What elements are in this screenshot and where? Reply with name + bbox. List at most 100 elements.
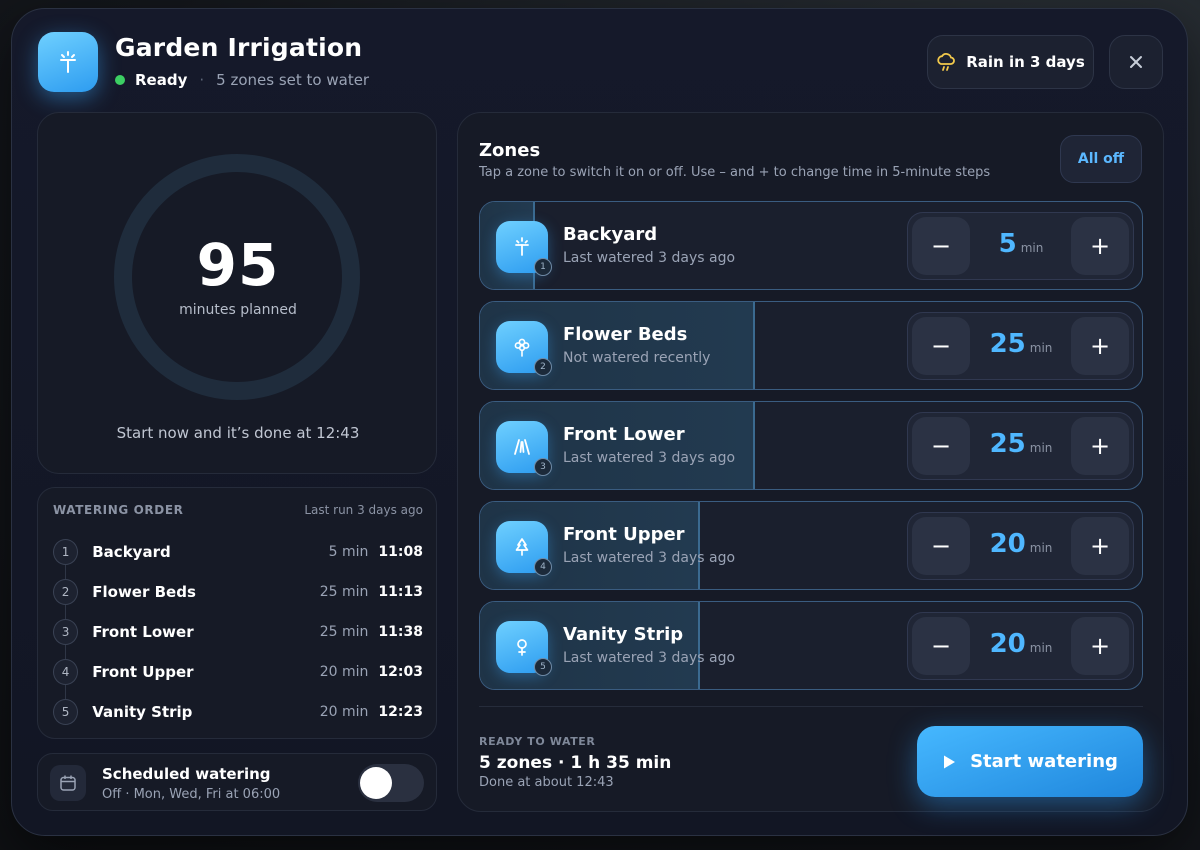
app-sprinkler-icon (38, 32, 98, 92)
order-zone-name: Front Lower (92, 623, 194, 641)
zone-duration-stepper: − 25 min + (907, 412, 1134, 480)
done-time-text: Start now and it’s done at 12:43 (116, 424, 360, 442)
order-row: 4 Front Upper 20 min 12:03 (53, 652, 423, 699)
zone-name: Flower Beds (563, 324, 688, 345)
order-duration: 5 min (328, 544, 369, 560)
decrease-button[interactable]: − (912, 317, 970, 375)
order-duration: 20 min (319, 664, 369, 680)
order-zone-name: Front Upper (92, 663, 194, 681)
zone-duration-stepper: − 20 min + (907, 612, 1134, 680)
zones-title: Zones (479, 140, 541, 161)
zone-duration-stepper: − 5 min + (907, 212, 1134, 280)
calendar-icon (50, 765, 86, 801)
total-minutes-value: 95 (196, 231, 280, 299)
increase-button[interactable]: + (1071, 517, 1129, 575)
zone-minutes-value: 25 (989, 329, 1026, 359)
order-start-time: 11:13 (378, 584, 423, 600)
order-start-time: 12:03 (378, 664, 423, 680)
rain-chip-label: Rain in 3 days (966, 53, 1085, 71)
zone-row-flower-beds[interactable]: 2 Flower Beds Not watered recently − 25 … (479, 301, 1143, 390)
close-button[interactable] (1109, 35, 1163, 89)
order-number: 1 (53, 539, 79, 565)
zone-minutes-unit: min (1029, 341, 1053, 355)
play-icon (944, 755, 956, 768)
toggle-knob (360, 767, 392, 799)
page-title: Garden Irrigation (115, 33, 363, 62)
zone-duration: 25 min (970, 313, 1072, 379)
order-row: 5 Vanity Strip 20 min 12:23 (53, 692, 423, 732)
order-duration: 20 min (319, 704, 369, 720)
last-run-text: Last run 3 days ago (304, 503, 423, 517)
decrease-button[interactable]: − (912, 517, 970, 575)
order-row: 2 Flower Beds 25 min 11:13 (53, 572, 423, 619)
order-start-time: 12:23 (378, 704, 423, 720)
start-watering-label: Start watering (970, 751, 1118, 772)
zone-minutes-value: 20 (989, 529, 1026, 559)
zone-last-watered: Last watered 3 days ago (563, 450, 736, 466)
order-number: 5 (53, 699, 79, 725)
zone-number-badge: 5 (534, 658, 552, 676)
zone-row-front-lower[interactable]: 3 Front Lower Last watered 3 days ago − … (479, 401, 1143, 490)
zone-number-badge: 3 (534, 458, 552, 476)
scheduled-watering-card: Scheduled watering Off · Mon, Wed, Fri a… (37, 753, 437, 811)
scheduled-watering-title: Scheduled watering (102, 765, 271, 783)
order-row: 3 Front Lower 25 min 11:38 (53, 612, 423, 659)
zone-duration: 25 min (970, 413, 1072, 479)
rain-cloud-icon (937, 53, 956, 71)
order-number: 4 (53, 659, 79, 685)
watering-order-card: WATERING ORDER Last run 3 days ago 1 Bac… (37, 487, 437, 739)
zone-minutes-unit: min (1020, 241, 1044, 255)
zone-minutes-value: 20 (989, 629, 1026, 659)
zone-name: Front Lower (563, 424, 685, 445)
all-off-button[interactable]: All off (1060, 135, 1142, 183)
increase-button[interactable]: + (1071, 317, 1129, 375)
zone-last-watered: Not watered recently (563, 350, 711, 366)
status-row: Ready · 5 zones set to water (115, 71, 369, 89)
zone-last-watered: Last watered 3 days ago (563, 550, 736, 566)
total-minutes-card: 95 minutes planned Start now and it’s do… (37, 112, 437, 474)
zone-row-front-upper[interactable]: 4 Front Upper Last watered 3 days ago − … (479, 501, 1143, 590)
zone-number-badge: 1 (534, 258, 552, 276)
increase-button[interactable]: + (1071, 617, 1129, 675)
footer-divider (479, 706, 1143, 707)
order-zone-name: Backyard (92, 543, 171, 561)
zone-number-badge: 4 (534, 558, 552, 576)
zone-last-watered: Last watered 3 days ago (563, 650, 736, 666)
zone-minutes-value: 25 (989, 429, 1026, 459)
order-start-time: 11:38 (378, 624, 423, 640)
watering-order-list: 1 Backyard 5 min 11:08 2 Flower Beds 25 … (53, 532, 423, 732)
order-start-time: 11:08 (378, 544, 423, 560)
total-minutes-caption: minutes planned (179, 302, 297, 318)
ready-done-time: Done at about 12:43 (479, 775, 614, 790)
zone-minutes-value: 5 (998, 229, 1017, 259)
scheduled-watering-detail: Off · Mon, Wed, Fri at 06:00 (102, 787, 281, 802)
zone-name: Vanity Strip (563, 624, 684, 645)
order-number: 2 (53, 579, 79, 605)
increase-button[interactable]: + (1071, 417, 1129, 475)
status-label: Ready (135, 71, 188, 89)
order-zone-name: Vanity Strip (92, 703, 193, 721)
zone-row-vanity-strip[interactable]: 5 Vanity Strip Last watered 3 days ago −… (479, 601, 1143, 690)
order-row: 1 Backyard 5 min 11:08 (53, 532, 423, 579)
schedule-toggle[interactable] (358, 764, 424, 802)
decrease-button[interactable]: − (912, 217, 970, 275)
decrease-button[interactable]: − (912, 417, 970, 475)
zones-panel: Zones Tap a zone to switch it on or off.… (457, 112, 1164, 812)
zone-duration: 20 min (970, 513, 1072, 579)
zone-row-backyard[interactable]: 1 Backyard Last watered 3 days ago − 5 m… (479, 201, 1143, 290)
order-duration: 25 min (319, 624, 369, 640)
increase-button[interactable]: + (1071, 217, 1129, 275)
status-separator: · (199, 71, 205, 89)
order-number: 3 (53, 619, 79, 645)
zone-last-watered: Last watered 3 days ago (563, 250, 736, 266)
zones-instructions: Tap a zone to switch it on or off. Use –… (479, 165, 991, 180)
order-zone-name: Flower Beds (92, 583, 196, 601)
status-detail: 5 zones set to water (216, 71, 370, 89)
decrease-button[interactable]: − (912, 617, 970, 675)
start-watering-button[interactable]: Start watering (917, 726, 1143, 797)
zone-number-badge: 2 (534, 358, 552, 376)
ready-summary: 5 zones · 1 h 35 min (479, 753, 672, 773)
rain-forecast-chip[interactable]: Rain in 3 days (927, 35, 1094, 89)
status-dot-icon (115, 75, 125, 85)
zone-duration: 20 min (970, 613, 1072, 679)
